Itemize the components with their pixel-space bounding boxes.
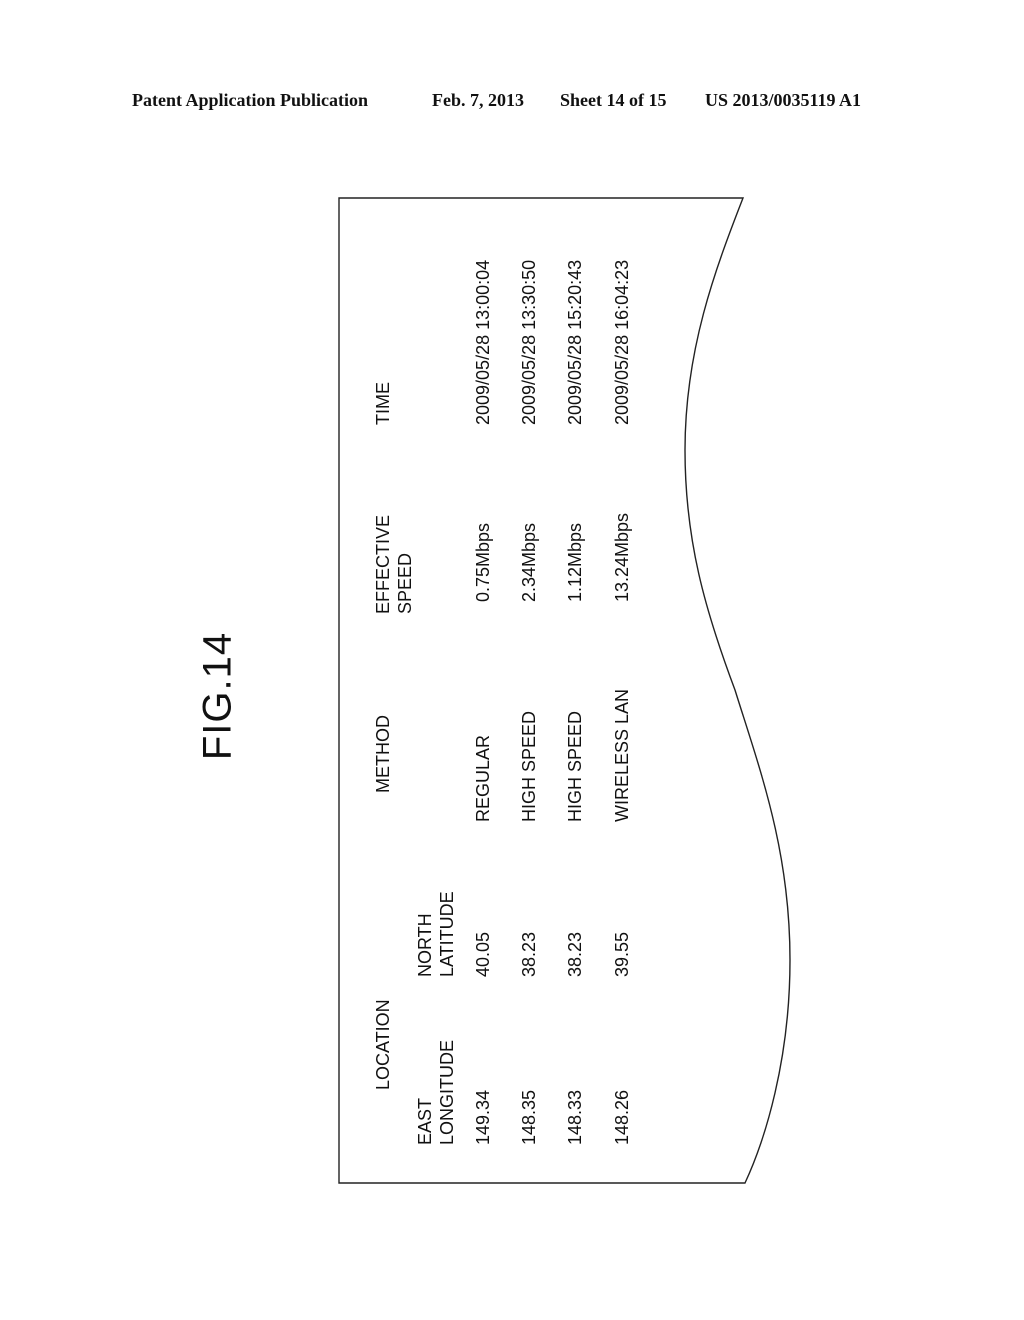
cell-east-longitude: 148.33 [565, 1089, 585, 1145]
cell-method: HIGH SPEED [565, 710, 585, 822]
cell-time: 2009/05/28 15:20:43 [565, 259, 585, 425]
cell-method: REGULAR [473, 734, 493, 822]
cell-effective-speed: 0.75Mbps [473, 522, 493, 602]
effective-speed-line2: SPEED [395, 552, 415, 614]
column-header-location: LOCATION [373, 999, 393, 1090]
column-header-method: METHOD [373, 715, 393, 793]
cell-north-latitude: 38.23 [519, 931, 539, 977]
cell-east-longitude: 149.34 [473, 1089, 493, 1145]
cell-effective-speed: 13.24Mbps [612, 512, 632, 602]
cell-time: 2009/05/28 13:00:04 [473, 259, 493, 425]
cell-effective-speed: 2.34Mbps [519, 522, 539, 602]
column-header-effective-speed: EFFECTIVE SPEED [372, 515, 416, 614]
cell-time: 2009/05/28 16:04:23 [612, 259, 632, 425]
column-header-north-latitude: NORTH LATITUDE [414, 891, 458, 977]
column-header-time: TIME [373, 382, 393, 425]
north-latitude-line1: NORTH [415, 913, 435, 977]
cell-east-longitude: 148.26 [612, 1089, 632, 1145]
cell-method: WIRELESS LAN [612, 688, 632, 822]
cell-north-latitude: 38.23 [565, 931, 585, 977]
cell-time: 2009/05/28 13:30:50 [519, 259, 539, 425]
cell-north-latitude: 40.05 [473, 931, 493, 977]
east-longitude-line2: LONGITUDE [437, 1039, 457, 1145]
cell-north-latitude: 39.55 [612, 931, 632, 977]
table-frame [338, 197, 791, 1184]
cell-east-longitude: 148.35 [519, 1089, 539, 1145]
cell-effective-speed: 1.12Mbps [565, 522, 585, 602]
cell-method: HIGH SPEED [519, 710, 539, 822]
effective-speed-line1: EFFECTIVE [373, 514, 393, 614]
column-header-east-longitude: EAST LONGITUDE [414, 1040, 458, 1145]
east-longitude-line1: EAST [415, 1097, 435, 1145]
north-latitude-line2: LATITUDE [437, 891, 457, 977]
